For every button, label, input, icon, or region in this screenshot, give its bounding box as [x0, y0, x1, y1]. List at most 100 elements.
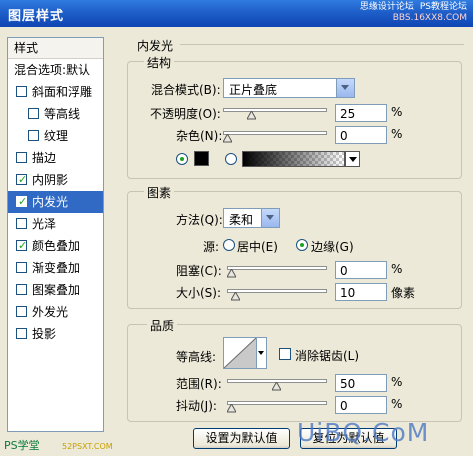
style-checkbox[interactable]: [16, 152, 27, 163]
choke-slider[interactable]: [227, 266, 327, 270]
sidebar-item[interactable]: 图案叠加: [8, 279, 103, 301]
sidebar-item-label: 内阴影: [32, 173, 69, 187]
size-slider-thumb[interactable]: [230, 292, 240, 301]
sidebar-item-label: 渐变叠加: [32, 261, 81, 275]
style-checkbox[interactable]: [16, 306, 27, 317]
jitter-slider[interactable]: [227, 401, 327, 405]
solid-color-radio[interactable]: [176, 153, 188, 165]
contour-curve-icon: [223, 337, 257, 369]
sidebar-item[interactable]: 光泽: [8, 213, 103, 235]
style-checkbox[interactable]: [16, 218, 27, 229]
range-input[interactable]: 50: [335, 374, 387, 392]
choke-slider-thumb[interactable]: [227, 269, 236, 278]
glow-gradient-preview[interactable]: [242, 151, 345, 167]
sidebar-item-label: 光泽: [32, 217, 57, 231]
sidebar-item[interactable]: 描边: [8, 147, 103, 169]
opacity-unit: %: [391, 105, 403, 119]
bottom-left-watermark: PS学堂: [4, 439, 40, 452]
style-checkbox[interactable]: [28, 108, 39, 119]
styles-list: 样式 混合选项:默认斜面和浮雕等高线纹理描边内阴影内发光光泽颜色叠加渐变叠加图案…: [7, 37, 104, 432]
style-checkbox[interactable]: [16, 169, 27, 191]
panel-title: 内发光: [137, 39, 174, 53]
choke-input[interactable]: 0: [335, 261, 387, 279]
noise-unit: %: [391, 127, 403, 141]
chevron-down-icon[interactable]: [261, 209, 279, 227]
sidebar-item[interactable]: 内阴影: [8, 169, 103, 191]
title-bar[interactable]: 图层样式 思缘设计论坛 PS教程论坛 BBS.16XX8.COM: [0, 0, 473, 27]
antialias-checkbox[interactable]: [279, 348, 291, 360]
blend-mode-label: 混合模式(B):: [151, 83, 221, 97]
opacity-input[interactable]: 25: [335, 104, 387, 122]
sidebar-item-label: 内发光: [32, 195, 69, 209]
panel-title-divider: [180, 44, 464, 45]
contour-label: 等高线:: [176, 350, 217, 364]
jitter-input[interactable]: 0: [335, 396, 387, 414]
sidebar-item[interactable]: 混合选项:默认: [8, 59, 103, 81]
jitter-label: 抖动(J):: [176, 399, 217, 413]
sidebar-item-label: 外发光: [32, 305, 69, 319]
bottom-left-watermark-url: 52PSXT.COM: [62, 442, 113, 451]
style-checkbox[interactable]: [16, 284, 27, 295]
antialias-label[interactable]: 消除锯齿(L): [295, 347, 359, 364]
noise-label: 杂色(N):: [176, 129, 223, 143]
source-edge-radio[interactable]: [296, 239, 308, 251]
sidebar-item-label: 斜面和浮雕: [32, 85, 93, 99]
size-unit: 像素: [391, 286, 416, 300]
size-input[interactable]: 10: [335, 283, 387, 301]
range-label: 范围(R):: [176, 377, 222, 391]
contour-preview[interactable]: [223, 337, 257, 369]
jitter-slider-thumb[interactable]: [227, 404, 236, 413]
top-watermark: 思缘设计论坛 PS教程论坛 BBS.16XX8.COM: [360, 2, 467, 24]
blend-mode-select[interactable]: 正片叠底: [223, 78, 355, 98]
sidebar-item[interactable]: 渐变叠加: [8, 257, 103, 279]
watermark-line-2: PS教程论坛: [419, 2, 467, 12]
gradient-dropdown-button[interactable]: [345, 151, 360, 167]
range-slider-thumb[interactable]: [272, 382, 281, 391]
source-center-label[interactable]: 居中(E): [237, 238, 278, 255]
sidebar-item-label: 等高线: [44, 107, 81, 121]
sidebar-item[interactable]: 斜面和浮雕: [8, 81, 103, 103]
bottom-right-watermark: UiBQ.CoM: [297, 418, 430, 447]
style-checkbox[interactable]: [16, 328, 27, 339]
sidebar-item[interactable]: 外发光: [8, 301, 103, 323]
contour-dropdown-button[interactable]: [257, 337, 267, 369]
noise-input[interactable]: 0: [335, 126, 387, 144]
noise-slider-thumb[interactable]: [223, 134, 232, 143]
chevron-down-icon[interactable]: [336, 79, 354, 97]
structure-title: 结构: [144, 54, 175, 71]
choke-unit: %: [391, 262, 403, 276]
sidebar-item-label: 纹理: [44, 129, 69, 143]
dialog-title: 图层样式: [8, 9, 65, 24]
sidebar-item[interactable]: 内发光: [8, 191, 103, 213]
style-checkbox[interactable]: [16, 191, 27, 213]
size-slider[interactable]: [227, 289, 327, 293]
style-checkbox[interactable]: [16, 262, 27, 273]
opacity-slider-thumb[interactable]: [246, 111, 256, 120]
chevron-down-icon: [349, 157, 357, 162]
style-checkbox[interactable]: [16, 235, 27, 257]
technique-select[interactable]: 柔和: [223, 208, 280, 228]
sidebar-item[interactable]: 等高线: [8, 103, 103, 125]
gradient-radio[interactable]: [225, 153, 237, 165]
source-label: 源:: [203, 240, 220, 254]
technique-label: 方法(Q):: [176, 213, 223, 227]
sidebar-item-label: 混合选项:默认: [14, 63, 91, 77]
sidebar-item[interactable]: 投影: [8, 323, 103, 345]
watermark-line-3: BBS.16XX8.COM: [392, 13, 467, 23]
set-default-button[interactable]: 设置为默认值: [193, 428, 290, 449]
sidebar-item-label: 描边: [32, 151, 57, 165]
noise-slider[interactable]: [223, 131, 327, 135]
style-checkbox[interactable]: [28, 130, 39, 141]
range-unit: %: [391, 375, 403, 389]
style-checkbox[interactable]: [16, 86, 27, 97]
layer-style-dialog: 图层样式 思缘设计论坛 PS教程论坛 BBS.16XX8.COM 样式 混合选项:…: [0, 0, 473, 456]
opacity-slider[interactable]: [223, 108, 327, 112]
sidebar-item-label: 投影: [32, 327, 57, 341]
styles-header[interactable]: 样式: [8, 38, 103, 59]
source-center-radio[interactable]: [223, 239, 235, 251]
opacity-label: 不透明度(O):: [150, 107, 221, 121]
glow-color-swatch[interactable]: [194, 151, 209, 166]
source-edge-label[interactable]: 边缘(G): [311, 238, 354, 255]
sidebar-item[interactable]: 颜色叠加: [8, 235, 103, 257]
sidebar-item[interactable]: 纹理: [8, 125, 103, 147]
